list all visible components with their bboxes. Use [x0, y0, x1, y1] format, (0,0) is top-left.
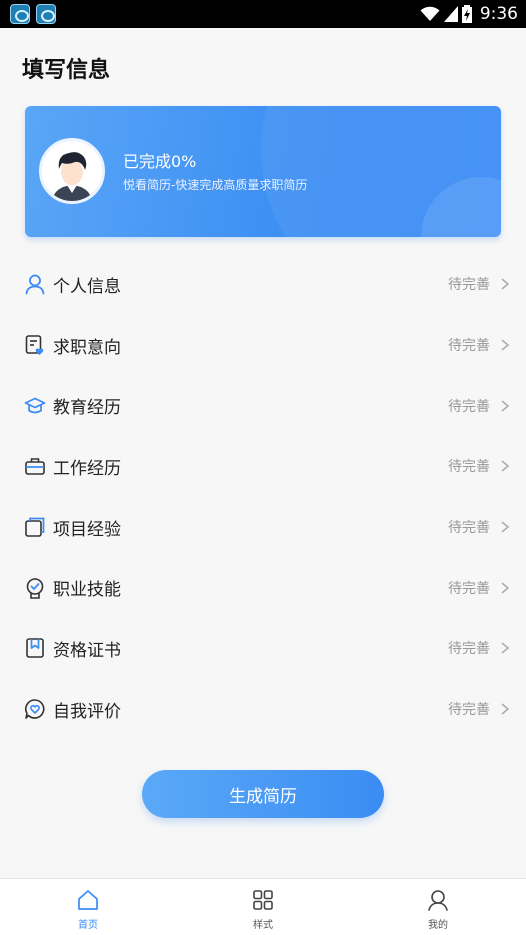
page-title: 填写信息 — [22, 58, 111, 83]
app-notification-icon — [36, 4, 56, 24]
signal-icon — [443, 6, 458, 22]
section-item-personal-info[interactable]: 个人信息 待完善 — [0, 254, 526, 315]
section-item-skills[interactable]: 职业技能 待完善 — [0, 557, 526, 618]
tab-label: 首页 — [78, 920, 98, 931]
section-item-certificates[interactable]: 资格证书 待完善 — [0, 618, 526, 679]
skill-badge-icon — [26, 577, 44, 599]
section-item-project-experience[interactable]: 项目经验 待完善 — [0, 497, 526, 558]
profile-icon — [428, 890, 448, 911]
chevron-right-icon — [501, 339, 510, 351]
user-avatar-icon[interactable] — [39, 138, 105, 204]
person-icon — [25, 274, 45, 295]
completion-status: 已完成0% — [123, 152, 197, 171]
section-label: 求职意向 — [53, 337, 121, 358]
section-item-self-evaluation[interactable]: 自我评价 待完善 — [0, 679, 526, 740]
section-label: 教育经历 — [53, 398, 121, 419]
tab-styles[interactable]: 样式 — [203, 879, 323, 935]
home-icon — [78, 890, 98, 910]
section-item-education[interactable]: 教育经历 待完善 — [0, 375, 526, 436]
project-icon — [25, 517, 45, 537]
section-status: 待完善 — [448, 520, 490, 537]
section-status: 待完善 — [448, 338, 490, 355]
wifi-icon — [420, 6, 440, 21]
heart-chat-icon — [24, 699, 45, 719]
resume-section-list: 个人信息 待完善 求职意向 待完善 教育经历 待完善 工作经历 待完善 项目经验… — [0, 254, 526, 740]
chevron-right-icon — [501, 278, 510, 290]
status-bar-indicators: 9:36 — [420, 4, 518, 24]
section-item-job-intent[interactable]: 求职意向 待完善 — [0, 315, 526, 376]
section-status: 待完善 — [448, 641, 490, 658]
status-time: 9:36 — [479, 4, 518, 24]
grid-icon — [253, 890, 273, 910]
tab-home[interactable]: 首页 — [28, 879, 148, 935]
section-status: 待完善 — [448, 398, 490, 415]
banner-subtitle: 悦看简历-快速完成高质量求职简历 — [123, 178, 308, 192]
section-label: 职业技能 — [53, 580, 121, 601]
bottom-tab-bar: 首页 样式 我的 — [0, 878, 526, 935]
status-bar: 9:36 — [0, 0, 526, 28]
section-label: 工作经历 — [53, 458, 121, 479]
generate-resume-button[interactable]: 生成简历 — [142, 770, 384, 818]
chevron-right-icon — [501, 703, 510, 715]
section-label: 个人信息 — [53, 276, 121, 297]
app-notification-icon — [10, 4, 30, 24]
section-label: 自我评价 — [53, 701, 121, 722]
section-status: 待完善 — [448, 459, 490, 476]
tab-label: 我的 — [428, 920, 448, 931]
chevron-right-icon — [501, 460, 510, 472]
graduation-cap-icon — [24, 397, 46, 414]
section-status: 待完善 — [448, 277, 490, 294]
battery-charging-icon — [461, 5, 472, 23]
section-label: 项目经验 — [53, 519, 121, 540]
chevron-right-icon — [501, 521, 510, 533]
completion-banner[interactable]: 已完成0% 悦看简历-快速完成高质量求职简历 — [25, 106, 501, 237]
chevron-right-icon — [501, 582, 510, 594]
chevron-right-icon — [501, 642, 510, 655]
section-item-work-experience[interactable]: 工作经历 待完善 — [0, 436, 526, 497]
briefcase-icon — [25, 458, 45, 476]
section-status: 待完善 — [448, 580, 490, 597]
tab-profile[interactable]: 我的 — [378, 879, 498, 935]
section-status: 待完善 — [448, 702, 490, 719]
certificate-icon — [26, 638, 44, 659]
section-label: 资格证书 — [53, 640, 121, 661]
chevron-right-icon — [501, 400, 510, 412]
job-intent-icon — [25, 335, 44, 356]
tab-label: 样式 — [253, 920, 273, 931]
